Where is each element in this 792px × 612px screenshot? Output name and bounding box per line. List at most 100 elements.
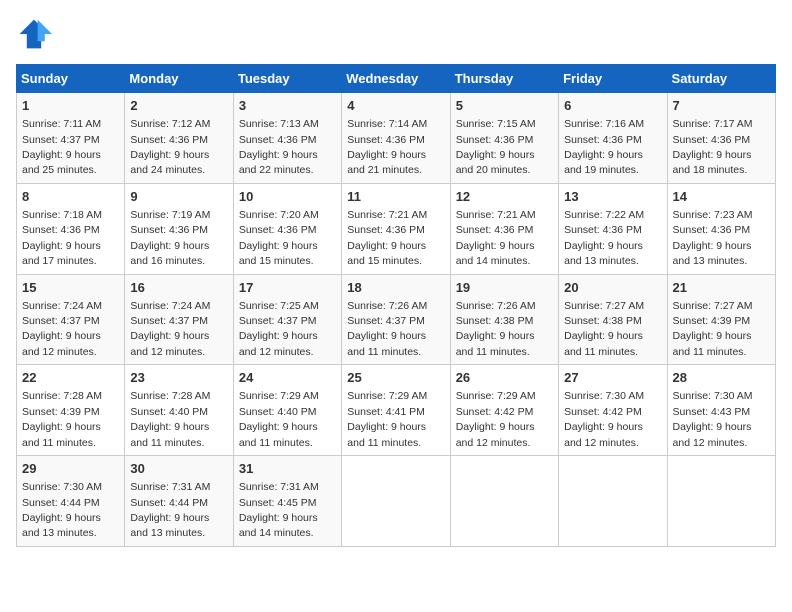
calendar-cell: 30 Sunrise: 7:31 AMSunset: 4:44 PMDaylig… xyxy=(125,456,233,547)
day-number: 13 xyxy=(564,188,661,206)
day-info: Sunrise: 7:28 AMSunset: 4:39 PMDaylight:… xyxy=(22,390,102,448)
day-header-monday: Monday xyxy=(125,65,233,93)
day-header-saturday: Saturday xyxy=(667,65,775,93)
calendar-cell: 25 Sunrise: 7:29 AMSunset: 4:41 PMDaylig… xyxy=(342,365,450,456)
day-info: Sunrise: 7:29 AMSunset: 4:41 PMDaylight:… xyxy=(347,390,427,448)
day-number: 5 xyxy=(456,97,553,115)
day-info: Sunrise: 7:31 AMSunset: 4:45 PMDaylight:… xyxy=(239,481,319,539)
page-header xyxy=(16,16,776,52)
calendar-cell: 21 Sunrise: 7:27 AMSunset: 4:39 PMDaylig… xyxy=(667,274,775,365)
week-row-2: 8 Sunrise: 7:18 AMSunset: 4:36 PMDayligh… xyxy=(17,183,776,274)
day-number: 8 xyxy=(22,188,119,206)
calendar-cell: 27 Sunrise: 7:30 AMSunset: 4:42 PMDaylig… xyxy=(559,365,667,456)
logo xyxy=(16,16,56,52)
day-info: Sunrise: 7:24 AMSunset: 4:37 PMDaylight:… xyxy=(130,300,210,358)
day-info: Sunrise: 7:16 AMSunset: 4:36 PMDaylight:… xyxy=(564,118,644,176)
calendar-cell xyxy=(342,456,450,547)
calendar-cell: 8 Sunrise: 7:18 AMSunset: 4:36 PMDayligh… xyxy=(17,183,125,274)
calendar-cell: 9 Sunrise: 7:19 AMSunset: 4:36 PMDayligh… xyxy=(125,183,233,274)
calendar-cell xyxy=(450,456,558,547)
day-number: 9 xyxy=(130,188,227,206)
day-info: Sunrise: 7:30 AMSunset: 4:44 PMDaylight:… xyxy=(22,481,102,539)
calendar-cell: 23 Sunrise: 7:28 AMSunset: 4:40 PMDaylig… xyxy=(125,365,233,456)
day-info: Sunrise: 7:26 AMSunset: 4:38 PMDaylight:… xyxy=(456,300,536,358)
calendar-cell: 6 Sunrise: 7:16 AMSunset: 4:36 PMDayligh… xyxy=(559,93,667,184)
day-info: Sunrise: 7:18 AMSunset: 4:36 PMDaylight:… xyxy=(22,209,102,267)
day-info: Sunrise: 7:30 AMSunset: 4:42 PMDaylight:… xyxy=(564,390,644,448)
calendar-cell: 3 Sunrise: 7:13 AMSunset: 4:36 PMDayligh… xyxy=(233,93,341,184)
day-number: 4 xyxy=(347,97,444,115)
calendar-cell: 10 Sunrise: 7:20 AMSunset: 4:36 PMDaylig… xyxy=(233,183,341,274)
day-number: 27 xyxy=(564,369,661,387)
day-info: Sunrise: 7:29 AMSunset: 4:40 PMDaylight:… xyxy=(239,390,319,448)
calendar-cell: 17 Sunrise: 7:25 AMSunset: 4:37 PMDaylig… xyxy=(233,274,341,365)
day-number: 3 xyxy=(239,97,336,115)
day-header-friday: Friday xyxy=(559,65,667,93)
day-number: 16 xyxy=(130,279,227,297)
day-info: Sunrise: 7:15 AMSunset: 4:36 PMDaylight:… xyxy=(456,118,536,176)
calendar-cell: 16 Sunrise: 7:24 AMSunset: 4:37 PMDaylig… xyxy=(125,274,233,365)
day-info: Sunrise: 7:19 AMSunset: 4:36 PMDaylight:… xyxy=(130,209,210,267)
day-number: 24 xyxy=(239,369,336,387)
day-number: 31 xyxy=(239,460,336,478)
week-row-4: 22 Sunrise: 7:28 AMSunset: 4:39 PMDaylig… xyxy=(17,365,776,456)
day-number: 29 xyxy=(22,460,119,478)
day-number: 30 xyxy=(130,460,227,478)
calendar-cell: 7 Sunrise: 7:17 AMSunset: 4:36 PMDayligh… xyxy=(667,93,775,184)
day-number: 11 xyxy=(347,188,444,206)
calendar-cell: 22 Sunrise: 7:28 AMSunset: 4:39 PMDaylig… xyxy=(17,365,125,456)
day-info: Sunrise: 7:20 AMSunset: 4:36 PMDaylight:… xyxy=(239,209,319,267)
day-number: 28 xyxy=(673,369,770,387)
calendar-cell: 19 Sunrise: 7:26 AMSunset: 4:38 PMDaylig… xyxy=(450,274,558,365)
day-info: Sunrise: 7:14 AMSunset: 4:36 PMDaylight:… xyxy=(347,118,427,176)
calendar-cell: 28 Sunrise: 7:30 AMSunset: 4:43 PMDaylig… xyxy=(667,365,775,456)
day-header-wednesday: Wednesday xyxy=(342,65,450,93)
day-number: 14 xyxy=(673,188,770,206)
calendar-cell: 12 Sunrise: 7:21 AMSunset: 4:36 PMDaylig… xyxy=(450,183,558,274)
day-number: 2 xyxy=(130,97,227,115)
logo-icon xyxy=(16,16,52,52)
calendar-cell: 5 Sunrise: 7:15 AMSunset: 4:36 PMDayligh… xyxy=(450,93,558,184)
day-number: 6 xyxy=(564,97,661,115)
day-number: 23 xyxy=(130,369,227,387)
day-info: Sunrise: 7:24 AMSunset: 4:37 PMDaylight:… xyxy=(22,300,102,358)
day-info: Sunrise: 7:28 AMSunset: 4:40 PMDaylight:… xyxy=(130,390,210,448)
calendar-body: 1 Sunrise: 7:11 AMSunset: 4:37 PMDayligh… xyxy=(17,93,776,547)
calendar-cell: 18 Sunrise: 7:26 AMSunset: 4:37 PMDaylig… xyxy=(342,274,450,365)
day-info: Sunrise: 7:25 AMSunset: 4:37 PMDaylight:… xyxy=(239,300,319,358)
day-header-thursday: Thursday xyxy=(450,65,558,93)
calendar-cell: 4 Sunrise: 7:14 AMSunset: 4:36 PMDayligh… xyxy=(342,93,450,184)
day-info: Sunrise: 7:17 AMSunset: 4:36 PMDaylight:… xyxy=(673,118,753,176)
day-number: 10 xyxy=(239,188,336,206)
day-number: 20 xyxy=(564,279,661,297)
day-number: 12 xyxy=(456,188,553,206)
day-number: 7 xyxy=(673,97,770,115)
week-row-5: 29 Sunrise: 7:30 AMSunset: 4:44 PMDaylig… xyxy=(17,456,776,547)
day-info: Sunrise: 7:26 AMSunset: 4:37 PMDaylight:… xyxy=(347,300,427,358)
calendar-cell: 13 Sunrise: 7:22 AMSunset: 4:36 PMDaylig… xyxy=(559,183,667,274)
calendar-cell xyxy=(667,456,775,547)
day-info: Sunrise: 7:21 AMSunset: 4:36 PMDaylight:… xyxy=(456,209,536,267)
day-info: Sunrise: 7:31 AMSunset: 4:44 PMDaylight:… xyxy=(130,481,210,539)
day-info: Sunrise: 7:29 AMSunset: 4:42 PMDaylight:… xyxy=(456,390,536,448)
calendar-cell: 29 Sunrise: 7:30 AMSunset: 4:44 PMDaylig… xyxy=(17,456,125,547)
day-info: Sunrise: 7:23 AMSunset: 4:36 PMDaylight:… xyxy=(673,209,753,267)
calendar-cell: 11 Sunrise: 7:21 AMSunset: 4:36 PMDaylig… xyxy=(342,183,450,274)
day-info: Sunrise: 7:22 AMSunset: 4:36 PMDaylight:… xyxy=(564,209,644,267)
calendar-cell: 14 Sunrise: 7:23 AMSunset: 4:36 PMDaylig… xyxy=(667,183,775,274)
calendar-cell: 20 Sunrise: 7:27 AMSunset: 4:38 PMDaylig… xyxy=(559,274,667,365)
day-number: 21 xyxy=(673,279,770,297)
day-info: Sunrise: 7:12 AMSunset: 4:36 PMDaylight:… xyxy=(130,118,210,176)
day-number: 17 xyxy=(239,279,336,297)
day-info: Sunrise: 7:27 AMSunset: 4:38 PMDaylight:… xyxy=(564,300,644,358)
calendar-cell: 24 Sunrise: 7:29 AMSunset: 4:40 PMDaylig… xyxy=(233,365,341,456)
day-number: 19 xyxy=(456,279,553,297)
day-info: Sunrise: 7:13 AMSunset: 4:36 PMDaylight:… xyxy=(239,118,319,176)
calendar-cell: 1 Sunrise: 7:11 AMSunset: 4:37 PMDayligh… xyxy=(17,93,125,184)
day-number: 25 xyxy=(347,369,444,387)
calendar-header-row: SundayMondayTuesdayWednesdayThursdayFrid… xyxy=(17,65,776,93)
calendar-cell: 31 Sunrise: 7:31 AMSunset: 4:45 PMDaylig… xyxy=(233,456,341,547)
day-info: Sunrise: 7:30 AMSunset: 4:43 PMDaylight:… xyxy=(673,390,753,448)
day-info: Sunrise: 7:27 AMSunset: 4:39 PMDaylight:… xyxy=(673,300,753,358)
calendar-table: SundayMondayTuesdayWednesdayThursdayFrid… xyxy=(16,64,776,547)
